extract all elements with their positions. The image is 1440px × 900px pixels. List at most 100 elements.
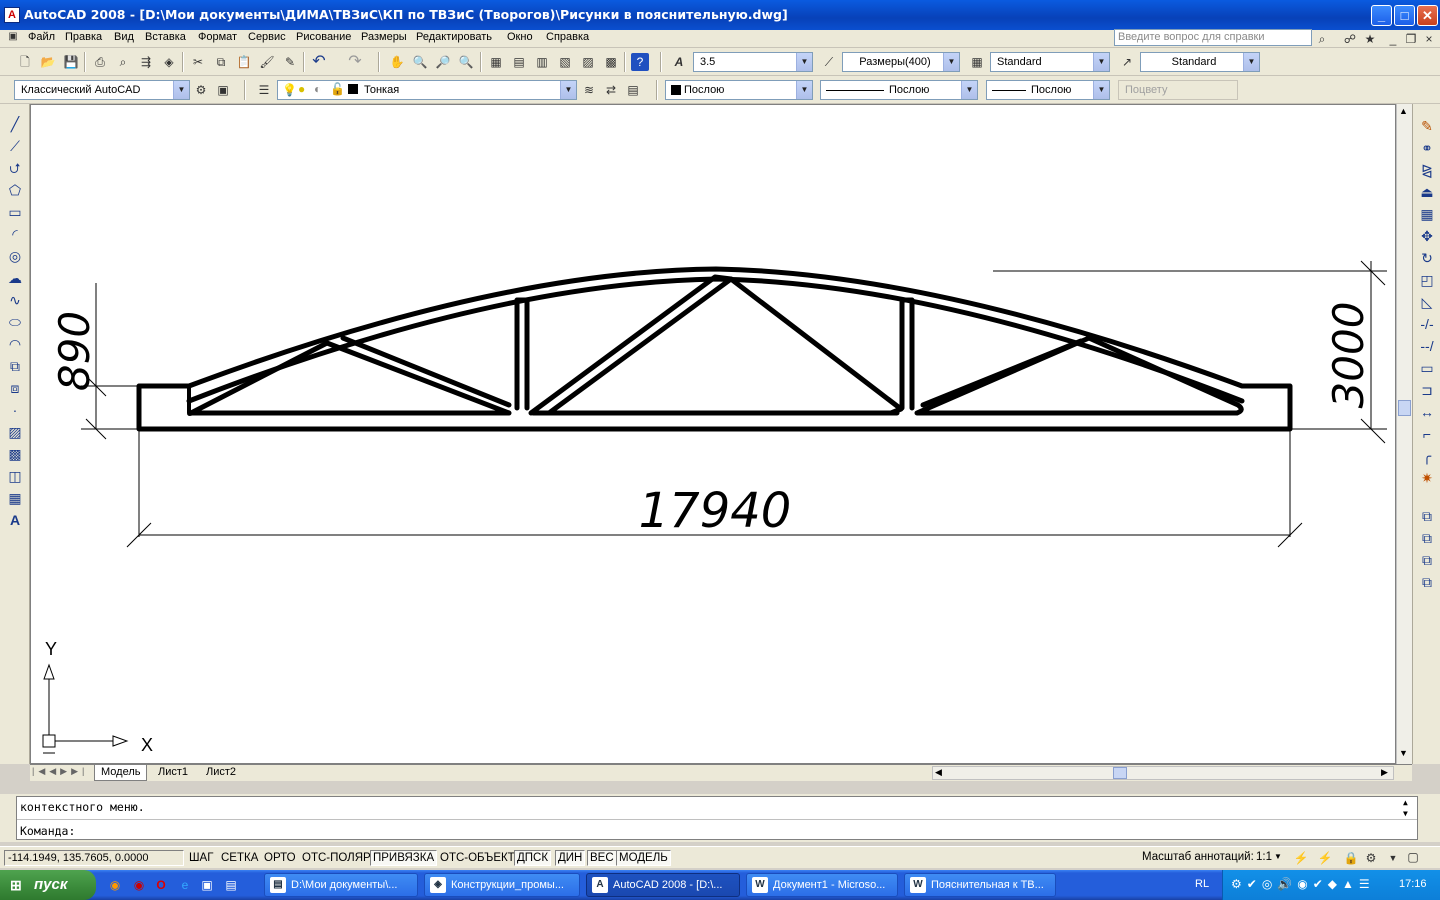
lightbulb-on-icon[interactable]: 💡	[282, 83, 297, 97]
region-icon[interactable]: ◫	[5, 466, 25, 486]
copy-object-icon[interactable]: ⚭	[1417, 138, 1437, 158]
annotation-scale-value[interactable]: 1:1	[1256, 851, 1272, 863]
open-icon[interactable]: 📂	[39, 53, 57, 71]
new-icon[interactable]: 🗋	[16, 53, 34, 71]
construction-line-icon[interactable]: ⟋	[5, 136, 25, 156]
ellipse-arc-icon[interactable]: ◠	[5, 334, 25, 354]
maximize-button[interactable]: □	[1394, 5, 1415, 26]
color-select[interactable]: Послою ▼	[665, 80, 813, 100]
quicklaunch-ie-icon[interactable]: e	[176, 876, 194, 894]
draworder-under-icon[interactable]: ⧉	[1417, 572, 1437, 592]
arc-icon[interactable]: ◜	[5, 224, 25, 244]
linetype-select[interactable]: Послою ▼	[820, 80, 978, 100]
save-icon[interactable]: 💾	[62, 53, 80, 71]
menu-file[interactable]: Файл	[28, 31, 55, 43]
doc-restore-icon[interactable]: ❐	[1404, 30, 1418, 46]
draworder-back-icon[interactable]: ⧉	[1417, 528, 1437, 548]
plot-icon[interactable]: ⎙	[91, 53, 109, 71]
copy-icon[interactable]: ⧉	[212, 53, 230, 71]
doc-close-icon[interactable]: ×	[1422, 30, 1436, 46]
lock-icon[interactable]: 🔒	[1342, 849, 1360, 867]
scroll-down-icon[interactable]: ▼	[1399, 748, 1408, 758]
multiline-text-icon[interactable]: A	[5, 510, 25, 530]
chamfer-icon[interactable]: ⌐	[1417, 424, 1437, 444]
quicklaunch-opera-icon[interactable]: O	[152, 876, 170, 894]
tab-sheet2[interactable]: Лист2	[200, 765, 242, 781]
scroll-right-icon[interactable]: ▶	[1381, 767, 1388, 778]
menu-modify[interactable]: Редактировать	[416, 31, 492, 43]
join-icon[interactable]: ↔	[1417, 402, 1437, 422]
taskbar-task-5[interactable]: W Пояснительная к ТВ...	[904, 873, 1056, 897]
insert-block-icon[interactable]: ⧉	[5, 356, 25, 376]
doc-minimize-icon[interactable]: _	[1386, 30, 1400, 46]
help-search-input[interactable]: Введите вопрос для справки	[1114, 29, 1312, 46]
quicklaunch-firefox-icon[interactable]: ◉	[106, 876, 124, 894]
taskbar-task-3[interactable]: A AutoCAD 2008 - [D:\...	[586, 873, 740, 897]
status-toggle-3[interactable]: ОРТО	[261, 850, 299, 866]
extend-icon[interactable]: --/	[1417, 336, 1437, 356]
menu-dimension[interactable]: Размеры	[361, 31, 407, 43]
chevron-down-icon[interactable]: ▼	[796, 53, 812, 71]
workspace-settings-icon[interactable]: ⚙	[192, 81, 210, 99]
draworder-front-icon[interactable]: ⧉	[1417, 506, 1437, 526]
polygon-icon[interactable]: ⬠	[5, 180, 25, 200]
draworder-above-icon[interactable]: ⧉	[1417, 550, 1437, 570]
zoom-window-icon[interactable]: 🔎	[434, 53, 452, 71]
status-toggle-4[interactable]: ОТС-ПОЛЯР	[299, 850, 374, 866]
search-icon[interactable]: ⌕	[1314, 30, 1330, 46]
status-menu-chevron-icon[interactable]: ▼	[1384, 849, 1402, 867]
lock-open-icon[interactable]: 🔓	[330, 82, 345, 96]
menu-help[interactable]: Справка	[546, 31, 589, 43]
status-toggle-10[interactable]: МОДЕЛЬ	[616, 850, 671, 866]
status-toggle-9[interactable]: ВЕС	[587, 850, 617, 866]
tray-icons[interactable]: ⚙✔◎🔊◉✔◆▲☰	[1231, 877, 1375, 891]
chevron-down-icon[interactable]: ▼	[1243, 53, 1259, 71]
text-height-select[interactable]: 3.5 ▼	[693, 52, 813, 72]
drawing-canvas[interactable]: 890 3000 17940 Y X	[30, 104, 1396, 764]
zoom-previous-icon[interactable]: 🔍	[457, 53, 475, 71]
viewport-thaw-icon[interactable]: ◐	[314, 82, 321, 96]
command-line[interactable]: контекстного меню. Команда: ▲ ▼	[16, 796, 1418, 840]
markup-icon[interactable]: ▨	[579, 53, 597, 71]
minimize-button[interactable]: _	[1371, 5, 1392, 26]
status-toggle-2[interactable]: СЕТКА	[218, 850, 261, 866]
erase-icon[interactable]: ✎	[1417, 116, 1437, 136]
close-button[interactable]: ✕	[1417, 5, 1438, 26]
status-toggle-1[interactable]: ШАГ	[186, 850, 216, 866]
layer-manager-icon[interactable]: ☰	[255, 81, 273, 99]
chevron-down-icon[interactable]: ▼	[560, 81, 576, 99]
tab-model[interactable]: Модель	[94, 765, 148, 781]
language-indicator[interactable]: RL	[1195, 878, 1209, 890]
scroll-up-icon[interactable]: ▲	[1399, 106, 1408, 116]
rectangle-icon[interactable]: ▭	[5, 202, 25, 222]
block-editor-icon[interactable]: ✎	[281, 53, 299, 71]
break-at-point-icon[interactable]: ▭	[1417, 358, 1437, 378]
revision-cloud-icon[interactable]: ☁	[5, 268, 25, 288]
table-icon[interactable]: ▦	[5, 488, 25, 508]
layer-previous-icon[interactable]: ⇄	[602, 81, 620, 99]
taskbar-task-4[interactable]: W Документ1 - Microso...	[746, 873, 898, 897]
chevron-down-icon[interactable]: ▼	[1093, 53, 1109, 71]
taskbar-task-1[interactable]: ▤ D:\Мои документы\...	[264, 873, 418, 897]
properties-icon[interactable]: ▦	[487, 53, 505, 71]
scroll-left-icon[interactable]: ◀	[935, 767, 942, 778]
point-icon[interactable]: ·	[5, 400, 25, 420]
taskbar-task-2[interactable]: ◈ Конструкции_промы...	[424, 873, 580, 897]
chevron-down-icon[interactable]: ▼	[796, 81, 812, 99]
chevron-down-icon[interactable]: ▼	[961, 81, 977, 99]
paste-icon[interactable]: 📋	[235, 53, 253, 71]
dim-style-icon[interactable]: ⟋	[820, 53, 838, 71]
match-properties-icon[interactable]: 🖌	[258, 53, 276, 71]
table-style-icon[interactable]: ▦	[968, 53, 986, 71]
zoom-realtime-icon[interactable]: 🔍	[411, 53, 429, 71]
horizontal-scroll-thumb[interactable]	[1113, 767, 1127, 779]
vertical-scroll-thumb[interactable]	[1398, 400, 1411, 416]
mirror-icon[interactable]: ⧎	[1417, 160, 1437, 180]
offset-icon[interactable]: ⏏	[1417, 182, 1437, 202]
horizontal-scrollbar[interactable]: ◀ ▶	[932, 766, 1394, 780]
cmd-scroll-up-icon[interactable]: ▲	[1403, 798, 1408, 807]
sun-thawed-icon[interactable]: ●	[298, 82, 305, 96]
auto-scale-icon[interactable]: ⚡	[1316, 849, 1334, 867]
3d-dwf-icon[interactable]: ◈	[160, 53, 178, 71]
sheet-set-icon[interactable]: ▧	[556, 53, 574, 71]
